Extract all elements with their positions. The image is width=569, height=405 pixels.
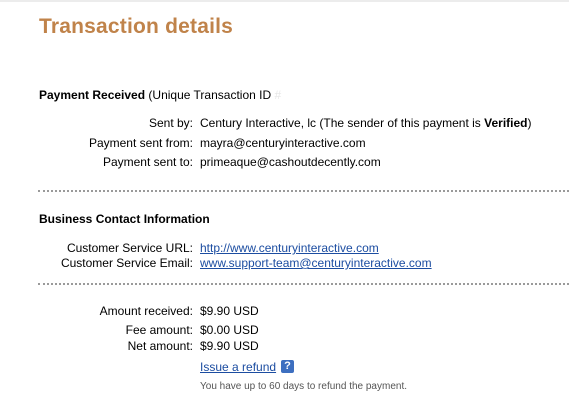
payment-sent-to-value: primeaque@cashoutdecently.com [200,155,381,169]
customer-service-email-link[interactable]: www.support-team@centuryinteractive.com [200,256,432,271]
transaction-id-prefix: (Unique Transaction ID [148,88,272,102]
amount-received-value: $9.90 USD [200,304,259,318]
net-amount-label: Net amount: [127,339,193,353]
top-border [0,0,569,2]
payment-sent-to-label: Payment sent to: [102,155,193,169]
payment-received-heading: Payment Received [39,88,146,102]
issue-refund-link[interactable]: Issue a refund [200,360,276,375]
business-contact-heading: Business Contact Information [39,212,210,226]
payment-heading-line: Payment Received (Unique Transaction ID … [39,88,281,103]
refund-note: You have up to 60 days to refund the pay… [200,381,408,392]
sender-verified-status: Verified [484,116,528,130]
page-title: Transaction details [39,15,234,38]
fee-amount-value: $0.00 USD [200,323,259,337]
customer-service-email-label: Customer Service Email: [60,256,193,270]
customer-service-url-label: Customer Service URL: [66,241,193,255]
sent-by-label: Sent by: [148,116,193,130]
transaction-id-masked: # [274,88,282,102]
net-amount-value: $9.90 USD [200,339,259,353]
sender-note-prefix: (The sender of this payment is [319,116,481,130]
customer-service-url-link[interactable]: http://www.centuryinteractive.com [200,241,379,256]
payment-sent-from-label: Payment sent from: [88,136,193,150]
sent-by-value-line: Century Interactive, lc (The sender of t… [200,116,532,131]
amount-received-label: Amount received: [99,304,193,318]
sender-note-suffix: ) [527,116,532,130]
section-divider [38,283,569,285]
section-divider [38,190,569,192]
payment-sent-from-value: mayra@centuryinteractive.com [200,136,366,150]
help-icon[interactable]: ? [281,360,294,373]
sender-name: Century Interactive, lc [200,116,317,130]
fee-amount-label: Fee amount: [125,323,193,337]
